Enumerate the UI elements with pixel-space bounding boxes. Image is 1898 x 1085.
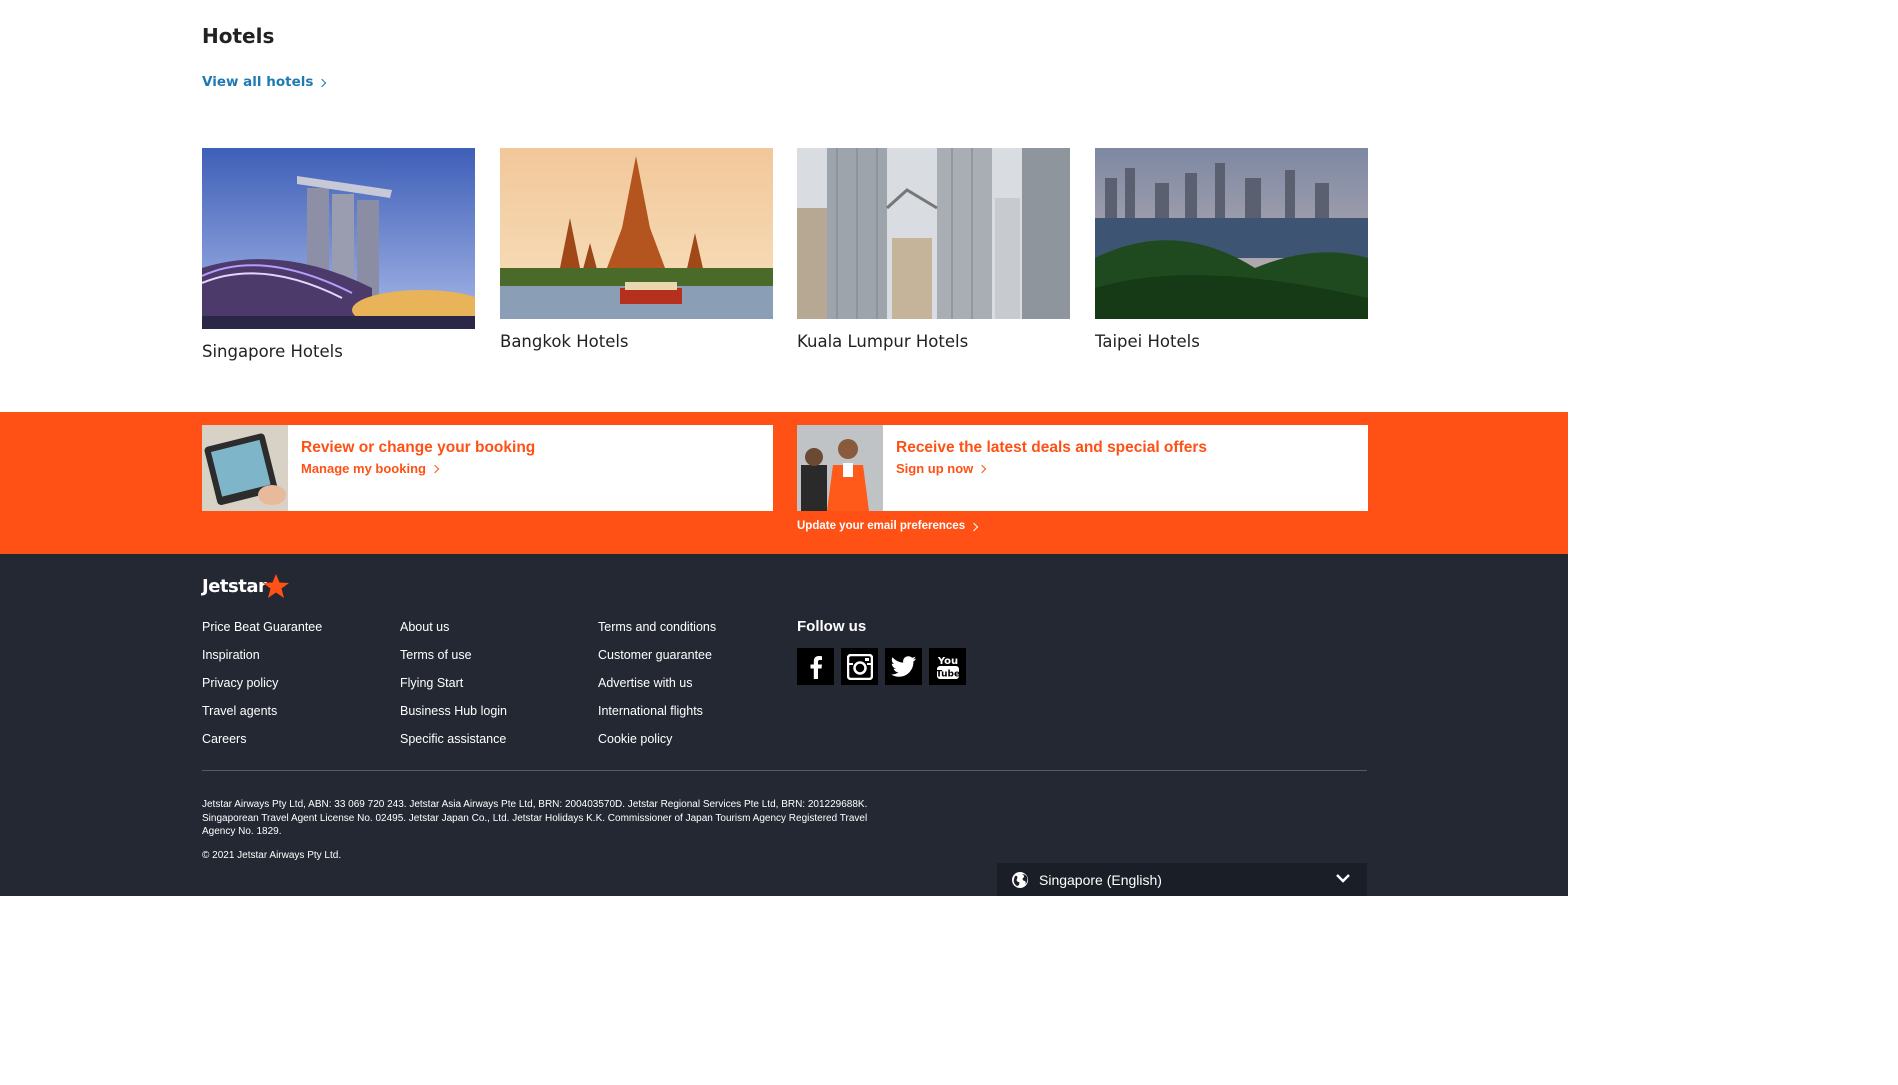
site-footer: Jetstar Price Beat Guarantee Inspiration… (0, 554, 1568, 896)
footer-link-terms-of-use[interactable]: Terms of use (400, 648, 507, 676)
footer-column-1: Price Beat Guarantee Inspiration Privacy… (202, 620, 322, 760)
manage-my-booking-link[interactable]: Manage my booking (301, 461, 535, 476)
hotels-section: Hotels View all hotels Singapore Hotels (0, 0, 1568, 412)
kuala-lumpur-image (797, 148, 1070, 319)
chevron-right-icon (978, 464, 987, 474)
footer-link-price-beat-guarantee[interactable]: Price Beat Guarantee (202, 620, 322, 648)
jetstar-logo[interactable]: Jetstar (202, 574, 290, 598)
footer-link-travel-agents[interactable]: Travel agents (202, 704, 322, 732)
footer-link-inspiration[interactable]: Inspiration (202, 648, 322, 676)
promo-band: Review or change your booking Manage my … (0, 412, 1568, 554)
bangkok-image (500, 148, 773, 319)
sign-up-now-link[interactable]: Sign up now (896, 461, 1207, 476)
svg-text:Tube: Tube (935, 669, 959, 679)
logo-wordmark: Jetstar (202, 575, 267, 597)
footer-divider (202, 770, 1367, 771)
view-all-hotels-link[interactable]: View all hotels (202, 74, 327, 90)
hotel-card-singapore[interactable]: Singapore Hotels (202, 148, 475, 361)
tablet-image (202, 425, 288, 511)
instagram-icon[interactable] (841, 648, 878, 685)
hotel-card-label: Bangkok Hotels (500, 332, 629, 351)
manage-booking-promo[interactable]: Review or change your booking Manage my … (202, 425, 773, 511)
chevron-down-icon (1336, 874, 1350, 883)
facebook-icon[interactable] (797, 648, 834, 685)
promo-title: Receive the latest deals and special off… (896, 439, 1207, 456)
footer-link-business-hub-login[interactable]: Business Hub login (400, 704, 507, 732)
promo-title: Review or change your booking (301, 439, 536, 456)
hotel-card-bangkok[interactable]: Bangkok Hotels (500, 148, 773, 351)
youtube-icon[interactable]: You Tube (929, 648, 966, 685)
crew-image (797, 425, 883, 511)
manage-my-booking-label: Manage my booking (301, 461, 426, 476)
footer-link-about-us[interactable]: About us (400, 620, 507, 648)
region-selector[interactable]: Singapore (English) (997, 863, 1367, 896)
hotel-card-label: Singapore Hotels (202, 342, 343, 361)
twitter-icon[interactable] (885, 648, 922, 685)
legal-text: Jetstar Airways Pty Ltd, ABN: 33 069 720… (202, 799, 868, 837)
footer-link-careers[interactable]: Careers (202, 732, 322, 760)
footer-link-advertise-with-us[interactable]: Advertise with us (598, 676, 716, 704)
chevron-right-icon (318, 78, 327, 87)
globe-icon (1012, 871, 1028, 888)
deals-signup-promo[interactable]: Receive the latest deals and special off… (797, 425, 1368, 511)
footer-link-privacy-policy[interactable]: Privacy policy (202, 676, 322, 704)
hotel-card-taipei[interactable]: Taipei Hotels (1095, 148, 1368, 351)
footer-link-international-flights[interactable]: International flights (598, 704, 716, 732)
svg-text:You: You (936, 656, 957, 667)
footer-column-3: Terms and conditions Customer guarantee … (598, 620, 716, 760)
footer-link-customer-guarantee[interactable]: Customer guarantee (598, 648, 716, 676)
hotel-card-label: Taipei Hotels (1095, 332, 1200, 351)
hotels-heading: Hotels (202, 24, 275, 48)
footer-column-2: About us Terms of use Flying Start Busin… (400, 620, 507, 760)
follow-us-heading: Follow us (797, 618, 867, 635)
taipei-image (1095, 148, 1368, 319)
footer-link-flying-start[interactable]: Flying Start (400, 676, 507, 704)
footer-link-cookie-policy[interactable]: Cookie policy (598, 732, 716, 760)
copyright-text: © 2021 Jetstar Airways Pty Ltd. (202, 850, 342, 861)
star-icon (263, 574, 290, 598)
singapore-image (202, 148, 475, 329)
sign-up-now-label: Sign up now (896, 461, 974, 476)
footer-link-specific-assistance[interactable]: Specific assistance (400, 732, 507, 760)
social-links: You Tube (797, 648, 966, 685)
chevron-right-icon (969, 522, 979, 531)
update-email-preferences-label: Update your email preferences (797, 520, 966, 532)
chevron-right-icon (430, 464, 440, 474)
update-email-preferences-link[interactable]: Update your email preferences (797, 520, 979, 532)
hotel-card-kuala-lumpur[interactable]: Kuala Lumpur Hotels (797, 148, 1070, 351)
region-label: Singapore (English) (1039, 871, 1162, 888)
footer-link-terms-and-conditions[interactable]: Terms and conditions (598, 620, 716, 648)
view-all-hotels-label: View all hotels (202, 74, 314, 90)
hotel-card-label: Kuala Lumpur Hotels (797, 332, 969, 351)
